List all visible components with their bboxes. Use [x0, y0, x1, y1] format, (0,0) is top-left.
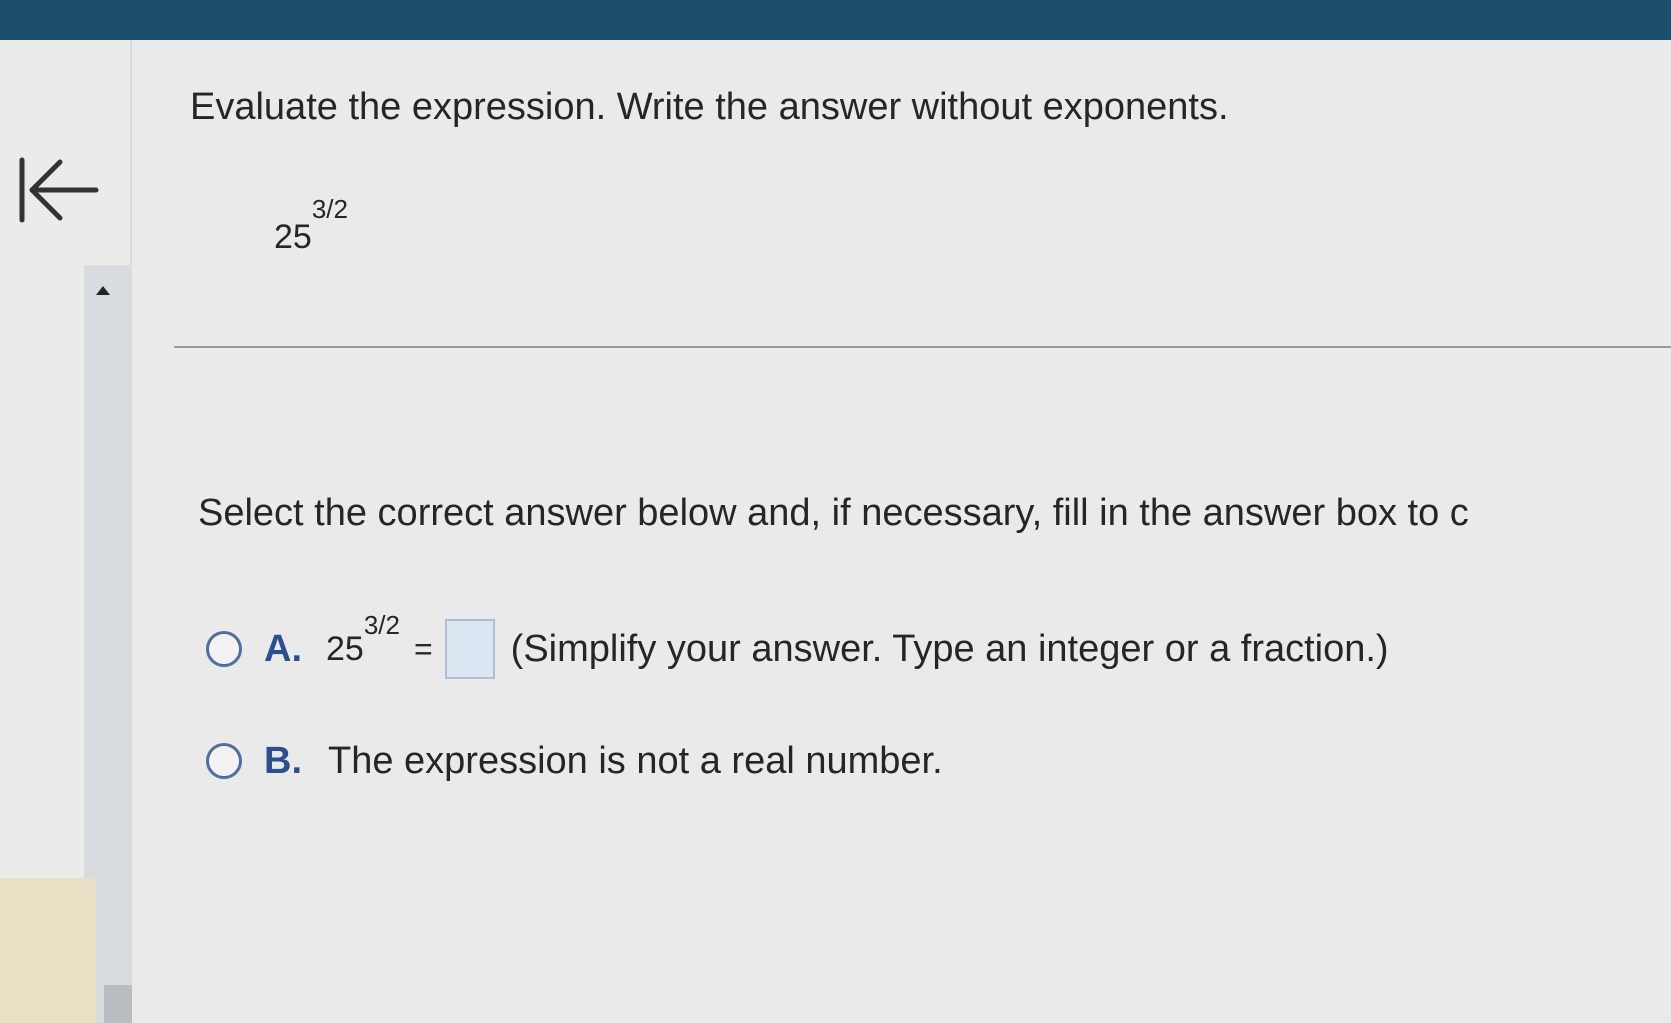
answer-input-box[interactable] [444, 619, 495, 679]
option-a-radio[interactable] [206, 631, 242, 667]
divider [174, 346, 1671, 348]
option-a-hint: (Simplify your answer. Type an integer o… [510, 627, 1389, 670]
top-bar [0, 0, 1671, 40]
option-b-text: The expression is not a real number. [328, 739, 943, 782]
expression-exponent: 3/2 [311, 194, 348, 224]
option-b-radio[interactable] [206, 743, 242, 779]
option-a[interactable]: A. 253/2 = (Simplify your answer. Type a… [206, 610, 1389, 679]
question-panel: Evaluate the expression. Write the answe… [132, 40, 1671, 1023]
option-a-letter: A. [264, 627, 302, 670]
scroll-up-arrow-icon[interactable] [96, 286, 110, 295]
collapse-left-icon[interactable] [14, 150, 104, 230]
option-a-expression: 253/2 [326, 610, 400, 669]
equals-sign: = [413, 630, 433, 667]
side-highlight [0, 878, 96, 1023]
question-instruction: Evaluate the expression. Write the answe… [190, 86, 1229, 128]
option-a-base: 25 [326, 629, 364, 668]
expression-base: 25 [274, 218, 312, 256]
option-a-exponent: 3/2 [363, 609, 400, 640]
question-expression: 253/2 [274, 194, 348, 257]
option-b[interactable]: B. The expression is not a real number. [206, 736, 943, 786]
option-b-letter: B. [264, 739, 302, 782]
answer-prompt: Select the correct answer below and, if … [198, 492, 1469, 534]
